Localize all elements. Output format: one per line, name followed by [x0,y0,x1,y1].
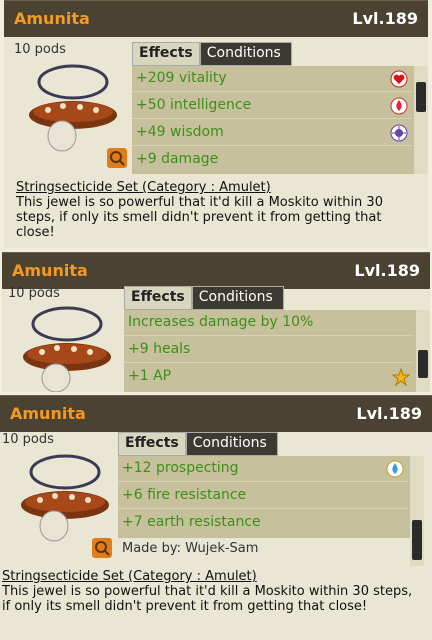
effect-row: +9 heals [124,337,414,363]
item-level: Lvl.189 [354,261,420,280]
effect-row: +1 AP [124,364,414,389]
effect-row: +7 earth resistance [118,510,408,535]
tab-effects[interactable]: Effects [118,432,186,456]
search-recipe-button[interactable] [107,148,127,168]
effects-list: +209 vitality +50 intelligence +49 wisdo… [132,66,428,174]
effect-row: +9 damage [132,147,412,172]
amulet-image [21,454,109,542]
effect-text: +9 heals [128,341,191,357]
effect-row: +49 wisdom [132,120,412,146]
effects-scrollbar[interactable] [414,66,428,174]
effects-scrollbar[interactable] [410,456,424,566]
search-recipe-button[interactable] [92,538,112,558]
wisdom-icon [390,124,408,142]
effects-list: +12 prospecting +6 fire resistance +7 ea… [118,456,424,566]
item-pods: 10 pods [2,432,54,447]
item-tooltip-card-2: Amunita Lvl.189 10 pods Effects Conditio… [2,252,430,392]
tab-conditions[interactable]: Conditions [191,286,284,310]
scroll-thumb[interactable] [418,350,428,378]
effect-row: +50 intelligence [132,93,412,119]
item-titlebar: Amunita Lvl.189 [2,252,430,289]
effects-scrollbar[interactable] [416,310,430,392]
effect-text: +1 AP [128,368,172,384]
tab-conditions[interactable]: Conditions [199,42,292,66]
amulet-image [23,306,111,392]
crafter-label: Made by: Wujek-Sam [122,541,259,556]
item-pods: 10 pods [14,42,66,57]
water-drop-icon [386,460,404,478]
item-name: Amunita [10,404,86,423]
item-tooltip-card-3: Amunita Lvl.189 10 pods Made by: Wujek-S… [0,395,432,640]
item-titlebar: Amunita Lvl.189 [4,0,428,37]
item-pods: 10 pods [8,286,60,301]
effect-text: +49 wisdom [136,124,224,140]
fire-icon [390,97,408,115]
effect-text: Increases damage by 10% [128,314,314,330]
effect-text: +6 fire resistance [122,487,247,503]
item-description: This jewel is so powerful that it'd kill… [2,584,413,614]
tab-effects[interactable]: Effects [132,42,200,66]
effect-text: +9 damage [136,151,219,167]
set-link[interactable]: Stringsecticide Set (Category : Amulet) [2,569,424,584]
effect-text: +12 prospecting [122,460,239,476]
effect-text: +209 vitality [136,70,227,86]
star-icon [392,368,410,386]
item-level: Lvl.189 [352,9,418,28]
tab-bar: Effects Conditions [124,286,284,310]
effects-list: Increases damage by 10% +9 heals +1 AP [124,310,430,392]
tab-effects[interactable]: Effects [124,286,192,310]
effect-row: Increases damage by 10% [124,310,414,336]
item-titlebar: Amunita Lvl.189 [0,395,432,432]
tab-bar: Effects Conditions [118,432,278,456]
amulet-image [29,64,117,152]
item-description-block: Stringsecticide Set (Category : Amulet) … [16,180,420,240]
effect-row: +6 fire resistance [118,483,408,509]
effect-text: +50 intelligence [136,97,252,113]
effect-row: +209 vitality [132,66,412,92]
effect-text: +7 earth resistance [122,514,261,530]
scroll-thumb[interactable] [416,82,426,112]
effect-row: +12 prospecting [118,456,408,482]
tab-conditions[interactable]: Conditions [185,432,278,456]
set-link[interactable]: Stringsecticide Set (Category : Amulet) [16,180,420,195]
scroll-thumb[interactable] [412,520,422,560]
item-description: This jewel is so powerful that it'd kill… [16,195,383,240]
item-name: Amunita [14,9,90,28]
item-description-block: Stringsecticide Set (Category : Amulet) … [2,569,424,614]
item-tooltip-card-1: Amunita Lvl.189 10 pods Effects Conditio… [4,0,428,248]
tab-bar: Effects Conditions [132,42,292,66]
item-name: Amunita [12,261,88,280]
heart-icon [390,70,408,88]
item-level: Lvl.189 [356,404,422,423]
